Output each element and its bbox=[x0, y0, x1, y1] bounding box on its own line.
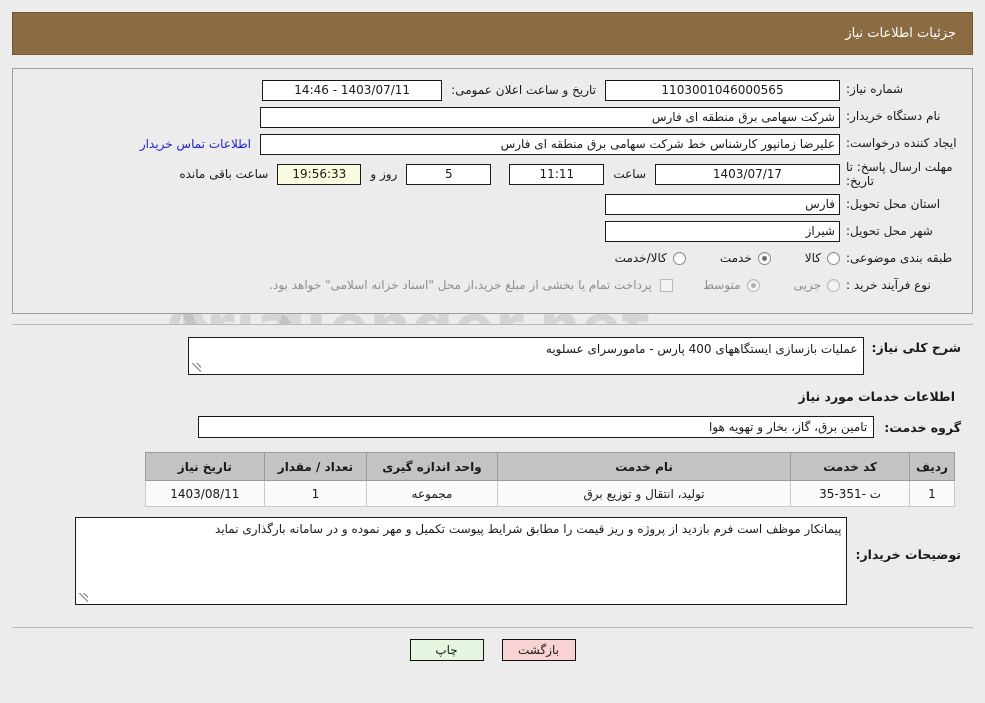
row-purchase-process: نوع فرآیند خرید : جزیی متوسط پرداخت تمام… bbox=[25, 274, 960, 296]
process-radio-jozee-label: جزیی bbox=[793, 278, 821, 293]
requester-field: علیرضا زمانپور کارشناس خط شرکت سهامی برق… bbox=[260, 133, 840, 155]
category-radio-khedmat-label: خدمت bbox=[719, 251, 752, 266]
need-info-panel: شماره نیاز: 1103001046000565 تاریخ و ساع… bbox=[12, 68, 973, 315]
column-header-need-date: تاریخ نیاز bbox=[145, 452, 265, 482]
buyer-notes-label: توضیحات خریدار: bbox=[855, 547, 961, 563]
radio-circle-selected-icon bbox=[746, 278, 760, 292]
row-buyer-org: نام دستگاه خریدار: شرکت سهامی برق منطقه … bbox=[25, 106, 960, 128]
city-label: شهر محل تحویل: bbox=[846, 223, 933, 238]
category-radio-kala[interactable]: کالا bbox=[805, 251, 840, 265]
radio-circle-icon bbox=[827, 278, 840, 292]
column-header-quantity: تعداد / مقدار bbox=[263, 452, 368, 482]
buyer-org-field: شرکت سهامی برق منطقه ای فارس bbox=[260, 106, 840, 128]
service-group-label: گروه خدمت: bbox=[884, 419, 961, 435]
services-table: ردیف کد خدمت نام خدمت واحد اندازه گیری ت… bbox=[145, 452, 956, 508]
deadline-label: مهلت ارسال پاسخ: تا تاریخ: bbox=[846, 160, 953, 189]
province-label: استان محل تحویل: bbox=[846, 196, 941, 211]
cell-service-name: تولید، انتقال و توزیع برق bbox=[496, 480, 792, 508]
need-number-label: شماره نیاز: bbox=[846, 82, 903, 97]
category-label: طبقه بندی موضوعی: bbox=[846, 250, 953, 265]
column-header-radif: ردیف bbox=[908, 452, 956, 482]
province-field: فارس bbox=[605, 193, 840, 215]
process-radio-motavaset: متوسط bbox=[703, 278, 760, 292]
need-number-field: 1103001046000565 bbox=[605, 79, 840, 101]
row-city: شهر محل تحویل: شیراز bbox=[25, 220, 960, 242]
row-brief-description: شرح کلی نیاز: عملیات بازسازی ایستگاههای … bbox=[24, 337, 961, 376]
public-announce-label: تاریخ و ساعت اعلان عمومی: bbox=[451, 83, 596, 97]
row-need-number: شماره نیاز: 1103001046000565 تاریخ و ساع… bbox=[25, 79, 960, 101]
need-detail-panel: شرح کلی نیاز: عملیات بازسازی ایستگاههای … bbox=[12, 324, 973, 618]
remaining-suffix-label: ساعت باقی مانده bbox=[179, 167, 269, 182]
city-field: شیراز bbox=[605, 220, 840, 242]
cell-radif: 1 bbox=[908, 480, 956, 508]
back-button[interactable]: بازگشت bbox=[501, 639, 576, 662]
column-header-service-code: کد خدمت bbox=[790, 452, 910, 482]
radio-circle-icon[interactable] bbox=[672, 251, 686, 265]
row-buyer-notes: توضیحات خریدار: پیمانکار موظف است فرم با… bbox=[24, 517, 961, 606]
category-radio-kala-khedmat-label: کالا/خدمت bbox=[614, 251, 667, 266]
requester-label: ایجاد کننده درخواست: bbox=[846, 136, 957, 151]
column-header-unit: واحد اندازه گیری bbox=[366, 452, 498, 482]
page-title: جزئیات اطلاعات نیاز bbox=[845, 26, 956, 41]
footer-actions: بازگشت چاپ bbox=[12, 627, 973, 662]
category-radio-kala-khedmat[interactable]: کالا/خدمت bbox=[615, 251, 686, 265]
cell-quantity: 1 bbox=[263, 480, 368, 508]
category-radio-kala-label: کالا bbox=[804, 251, 821, 266]
buyer-notes-textarea[interactable]: پیمانکار موظف است فرم بازدید از پروژه و … bbox=[75, 517, 848, 606]
deadline-time-field: 11:11 bbox=[509, 163, 605, 185]
cell-need-date: 1403/08/11 bbox=[145, 480, 265, 508]
purchase-process-radio-group: جزیی متوسط bbox=[703, 278, 840, 292]
remaining-days-field: 5 bbox=[406, 163, 492, 185]
process-radio-motavaset-label: متوسط bbox=[702, 278, 741, 293]
checkbox-icon bbox=[659, 278, 673, 292]
row-service-group: گروه خدمت: تامین برق، گاز، بخار و تهویه … bbox=[24, 416, 961, 439]
table-header-row: ردیف کد خدمت نام خدمت واحد اندازه گیری ت… bbox=[145, 452, 956, 482]
days-and-label: روز و bbox=[370, 167, 398, 182]
row-deadline: مهلت ارسال پاسخ: تا تاریخ: 1403/07/17 سا… bbox=[25, 160, 960, 188]
column-header-service-name: نام خدمت bbox=[496, 452, 792, 482]
category-radio-khedmat[interactable]: خدمت bbox=[720, 251, 771, 265]
buyer-contact-info-link[interactable]: اطلاعات تماس خریدار bbox=[131, 137, 260, 151]
deadline-hour-label: ساعت bbox=[613, 167, 646, 182]
buyer-org-label: نام دستگاه خریدار: bbox=[846, 109, 941, 124]
row-category: طبقه بندی موضوعی: کالا خدمت کالا/خدمت bbox=[25, 247, 960, 269]
radio-circle-icon[interactable] bbox=[827, 251, 840, 265]
print-button[interactable]: چاپ bbox=[409, 639, 484, 662]
cell-unit: مجموعه bbox=[366, 480, 498, 508]
table-row: 1 ت -351-35 تولید، انتقال و توزیع برق مج… bbox=[145, 480, 956, 508]
brief-description-textarea[interactable]: عملیات بازسازی ایستگاههای 400 پارس - مام… bbox=[187, 337, 864, 376]
row-requester: ایجاد کننده درخواست: علیرضا زمانپور کارش… bbox=[25, 133, 960, 155]
page-root: جزئیات اطلاعات نیاز شماره نیاز: 11030010… bbox=[0, 12, 985, 662]
treasury-bond-text: پرداخت تمام یا بخشی از مبلغ خرید،از محل … bbox=[269, 278, 652, 293]
page-title-bar: جزئیات اطلاعات نیاز bbox=[12, 12, 973, 55]
brief-description-label: شرح کلی نیاز: bbox=[871, 340, 961, 356]
service-group-field: تامین برق، گاز، بخار و تهویه هوا bbox=[198, 416, 875, 439]
row-province: استان محل تحویل: فارس bbox=[25, 193, 960, 215]
process-radio-jozee: جزیی bbox=[794, 278, 840, 292]
radio-circle-selected-icon[interactable] bbox=[757, 251, 771, 265]
public-announce-field: 1403/07/11 - 14:46 bbox=[262, 79, 443, 101]
deadline-date-field: 1403/07/17 bbox=[655, 163, 840, 185]
remaining-time-countdown: 19:56:33 bbox=[277, 163, 362, 185]
category-radio-group: کالا خدمت کالا/خدمت bbox=[615, 251, 840, 265]
services-section-heading: اطلاعات خدمات مورد نیاز bbox=[798, 389, 956, 405]
treasury-bond-checkbox-item: پرداخت تمام یا بخشی از مبلغ خرید،از محل … bbox=[269, 278, 673, 292]
purchase-process-label: نوع فرآیند خرید : bbox=[846, 277, 931, 292]
cell-service-code: ت -351-35 bbox=[790, 480, 910, 508]
